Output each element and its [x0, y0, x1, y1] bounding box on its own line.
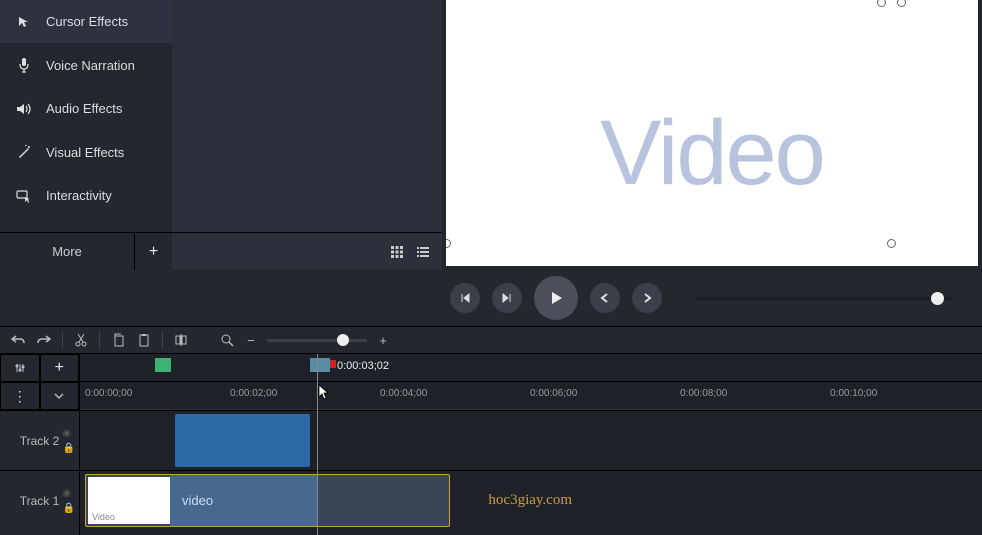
- speaker-icon: [16, 102, 32, 116]
- preview-panel: Video: [442, 0, 982, 270]
- timeline-clip-video[interactable]: Video video: [85, 474, 450, 527]
- list-view-button[interactable]: [414, 243, 432, 261]
- playhead-line[interactable]: [317, 354, 318, 535]
- wand-icon: [16, 144, 32, 160]
- sidebar-item-label: Voice Narration: [46, 58, 135, 73]
- track-visibility-icon[interactable]: ◉: [63, 488, 75, 499]
- track-header-column: + ⋮ Track 2 ◉ 🔒 Track 1 ◉ 🔒: [0, 354, 80, 535]
- split-button[interactable]: [173, 332, 189, 348]
- zoom-search-icon: [219, 332, 235, 348]
- track-name: Track 1: [20, 494, 60, 508]
- sidebar-item-label: Audio Effects: [46, 101, 122, 116]
- next-frame-button[interactable]: [492, 283, 522, 313]
- clip-label: video: [170, 475, 318, 526]
- separator: [162, 331, 163, 349]
- selection-handle[interactable]: [877, 0, 886, 7]
- track-options-button[interactable]: [0, 354, 40, 382]
- ruler-tick: 0:00:02;00: [230, 388, 277, 399]
- undo-button[interactable]: [10, 332, 26, 348]
- playback-bar: [0, 270, 982, 326]
- sidebar-item-voice-narration[interactable]: Voice Narration: [0, 43, 172, 87]
- sidebar-item-visual-effects[interactable]: Visual Effects: [0, 130, 172, 174]
- sidebar-item-label: Interactivity: [46, 188, 112, 203]
- track-row-2[interactable]: [80, 410, 982, 470]
- ruler-tick: 0:00:08;00: [680, 388, 727, 399]
- next-clip-button[interactable]: [632, 283, 662, 313]
- playhead-time-label: 0:00:03;02: [337, 360, 389, 372]
- zoom-slider[interactable]: [267, 339, 367, 342]
- cursor-effects-icon: [16, 15, 32, 29]
- add-tool-button[interactable]: +: [134, 233, 172, 271]
- timeline-ruler[interactable]: 0:00:00;00 0:00:02;00 0:00:04;00 0:00:06…: [80, 382, 982, 410]
- zoom-in-button[interactable]: +: [375, 332, 391, 348]
- cut-button[interactable]: [73, 332, 89, 348]
- canvas-placeholder-text: Video: [600, 101, 824, 206]
- prev-frame-button[interactable]: [450, 283, 480, 313]
- media-bin-panel: [172, 0, 442, 270]
- clip-thumbnail-label: Video: [92, 512, 115, 522]
- separator: [62, 331, 63, 349]
- preview-canvas[interactable]: Video: [446, 0, 978, 266]
- selection-handle[interactable]: [887, 239, 896, 248]
- sidebar-item-label: Cursor Effects: [46, 14, 128, 29]
- mouse-cursor-icon: [318, 384, 330, 400]
- copy-button[interactable]: [110, 332, 126, 348]
- paste-button[interactable]: [136, 332, 152, 348]
- slider-knob[interactable]: [337, 334, 349, 346]
- ruler-tick: 0:00:00;00: [85, 388, 132, 399]
- timeline-clip[interactable]: [175, 414, 310, 467]
- selection-handle[interactable]: [897, 0, 906, 7]
- ruler-tick: 0:00:04;00: [380, 388, 427, 399]
- ruler-tick: 0:00:06;00: [530, 388, 577, 399]
- playhead-handle[interactable]: [310, 358, 330, 372]
- track-header-2[interactable]: Track 2 ◉ 🔒: [0, 410, 79, 470]
- sidebar-item-cursor-effects[interactable]: Cursor Effects: [0, 0, 172, 43]
- more-button[interactable]: More: [0, 244, 134, 259]
- sidebar-item-label: Visual Effects: [46, 145, 124, 160]
- add-track-button[interactable]: +: [40, 354, 80, 382]
- clip-thumbnail: Video: [88, 477, 170, 524]
- sidebar-item-interactivity[interactable]: Interactivity: [0, 174, 172, 217]
- track-menu-button[interactable]: ⋮: [0, 382, 40, 410]
- separator: [99, 331, 100, 349]
- grid-view-button[interactable]: [388, 243, 406, 261]
- prev-clip-button[interactable]: [590, 283, 620, 313]
- timeline-toolbar: − +: [0, 326, 982, 354]
- interactivity-icon: [16, 189, 32, 203]
- microphone-icon: [16, 57, 32, 73]
- selection-handle[interactable]: [446, 239, 451, 248]
- tools-sidebar: Cursor Effects Voice Narration Audio Eff…: [0, 0, 172, 270]
- watermark-text: hoc3giay.com: [488, 492, 572, 509]
- track-lock-icon[interactable]: 🔒: [63, 503, 75, 514]
- sidebar-item-audio-effects[interactable]: Audio Effects: [0, 87, 172, 130]
- preview-zoom-slider[interactable]: [696, 297, 952, 300]
- track-lock-icon[interactable]: 🔒: [63, 443, 75, 454]
- track-name: Track 2: [20, 434, 60, 448]
- ruler-tick: 0:00:10;00: [830, 388, 877, 399]
- track-header-1[interactable]: Track 1 ◉ 🔒: [0, 470, 79, 530]
- record-indicator-icon: [330, 360, 336, 368]
- track-visibility-icon[interactable]: ◉: [63, 428, 75, 439]
- zoom-out-button[interactable]: −: [243, 332, 259, 348]
- redo-button[interactable]: [36, 332, 52, 348]
- track-collapse-button[interactable]: [40, 382, 80, 410]
- slider-knob[interactable]: [931, 292, 944, 305]
- timeline-marker-lane[interactable]: 0:00:03;02: [80, 354, 982, 382]
- marker-icon[interactable]: [155, 358, 171, 372]
- play-button[interactable]: [534, 276, 578, 320]
